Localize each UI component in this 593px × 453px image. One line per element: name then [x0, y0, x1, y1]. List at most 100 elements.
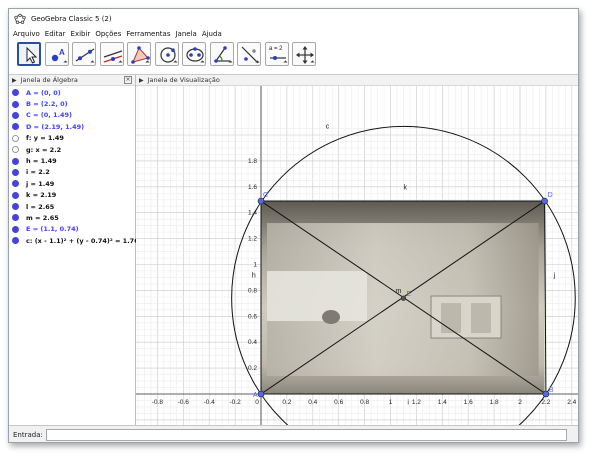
point-label-d: D	[548, 192, 553, 199]
object-label-m: m	[396, 288, 402, 295]
visibility-toggle-icon[interactable]	[12, 100, 19, 108]
point-label-e: E	[406, 291, 411, 298]
x-tick-label: 1	[389, 399, 393, 406]
menu-ferramentas[interactable]: Ferramentas	[126, 30, 170, 38]
algebra-item[interactable]: C = (0, 1.49)	[9, 110, 135, 121]
reflect-tool-button[interactable]	[237, 42, 261, 66]
algebra-item-text: i = 2.2	[26, 168, 50, 177]
menu-janela[interactable]: Janela	[175, 30, 196, 38]
visibility-toggle-icon[interactable]	[12, 225, 19, 233]
algebra-item[interactable]: B = (2.2, 0)	[9, 98, 135, 109]
algebra-item[interactable]: A = (0, 0)	[9, 87, 135, 98]
visibility-toggle-icon[interactable]	[12, 214, 19, 222]
menu-ajuda[interactable]: Ajuda	[202, 30, 222, 38]
angle-tool-button[interactable]	[210, 42, 234, 66]
svg-text:A: A	[59, 48, 65, 57]
algebra-item[interactable]: f: y = 1.49	[9, 133, 135, 144]
visibility-toggle-icon[interactable]	[12, 89, 19, 97]
input-bar-label: Entrada:	[13, 431, 43, 439]
slider-tool-label: a = 2	[269, 46, 283, 52]
arrow-pointer-icon	[26, 46, 38, 64]
object-label-h: h	[252, 272, 256, 279]
algebra-item-text: k = 2.19	[26, 191, 57, 200]
x-tick-label: -0.8	[152, 399, 164, 406]
menu-opcoes[interactable]: Opções	[95, 30, 121, 38]
graphics-view[interactable]: -0.8 -0.6 -0.4 -0.2 0 0.2 0.4 0.6 0.8 1 1.2 1.4 1.6 1…	[136, 75, 579, 425]
algebra-item-text: B = (2.2, 0)	[26, 100, 68, 109]
algebra-item[interactable]: E = (1.1, 0.74)	[9, 224, 135, 235]
algebra-item[interactable]: i = 2.2	[9, 167, 135, 178]
algebra-view: ▶ Janela de Álgebra × A = (0, 0) B = (2.2…	[9, 75, 139, 425]
collapse-triangle-icon[interactable]: ▶	[12, 77, 17, 84]
menu-editar[interactable]: Editar	[45, 30, 66, 38]
algebra-view-header: ▶ Janela de Álgebra ×	[9, 75, 135, 86]
visibility-toggle-icon[interactable]	[12, 123, 19, 131]
y-tick-label: 0.4	[248, 339, 257, 346]
point-label-c: C	[263, 192, 268, 199]
visibility-toggle-icon[interactable]	[12, 146, 19, 154]
y-tick-label: 1	[253, 262, 257, 269]
move-graphics-tool-button[interactable]	[292, 42, 316, 66]
algebra-item[interactable]: g: x = 2.2	[9, 144, 135, 155]
photo-sink-basin	[267, 271, 367, 322]
algebra-item-text: D = (2.19, 1.49)	[26, 122, 85, 131]
collapse-triangle-icon[interactable]: ▶	[139, 77, 144, 84]
visibility-toggle-icon[interactable]	[12, 157, 19, 165]
y-tick-label: 0.8	[248, 287, 257, 294]
x-tick-label: 0.8	[360, 399, 369, 406]
visibility-toggle-icon[interactable]	[12, 111, 19, 119]
point-e[interactable]	[400, 295, 407, 301]
algebra-item[interactable]: D = (2.19, 1.49)	[9, 121, 135, 132]
input-bar-field[interactable]	[45, 429, 567, 441]
graphics-canvas[interactable]: -0.8 -0.6 -0.4 -0.2 0 0.2 0.4 0.6 0.8 1 1.2 1.4 1.6 1…	[136, 75, 579, 425]
algebra-item[interactable]: k = 2.19	[9, 190, 135, 201]
menu-arquivo[interactable]: Arquivo	[13, 30, 40, 38]
window-title: GeoGebra Classic 5 (2)	[31, 14, 112, 23]
line-tool-button[interactable]	[72, 42, 96, 66]
visibility-toggle-icon[interactable]	[12, 191, 19, 199]
close-icon[interactable]: ×	[124, 76, 132, 84]
menu-exibir[interactable]: Exibir	[71, 30, 91, 38]
visibility-toggle-icon[interactable]	[12, 168, 19, 176]
polygon-tool-button[interactable]	[127, 42, 151, 66]
algebra-item[interactable]: m = 2.65	[9, 212, 135, 223]
object-label-k: k	[403, 184, 407, 191]
algebra-list: A = (0, 0) B = (2.2, 0) C = (0, 1.49) D = (…	[9, 86, 139, 246]
algebra-item[interactable]: c: (x - 1.1)² + (y - 0.74)² = 1.76	[9, 235, 139, 246]
y-tick-label: 0.6	[248, 313, 257, 320]
algebra-item-text: f: y = 1.49	[26, 134, 64, 143]
algebra-item-text: g: x = 2.2	[26, 145, 62, 154]
graphics-view-title: Janela de Visualização	[147, 76, 220, 84]
visibility-toggle-icon[interactable]	[12, 180, 19, 188]
x-tick-label: 1.2	[412, 399, 421, 406]
point-a[interactable]	[257, 390, 265, 398]
algebra-item[interactable]: j = 1.49	[9, 178, 135, 189]
ellipse-tool-button[interactable]	[182, 42, 206, 66]
point-tool-button[interactable]: A	[45, 42, 69, 66]
slider-tool-button[interactable]: a = 2	[265, 42, 289, 66]
perpendicular-tool-button[interactable]	[100, 42, 124, 66]
algebra-item-text: l = 2.65	[26, 202, 55, 211]
visibility-toggle-icon[interactable]	[12, 237, 19, 245]
algebra-item-text: A = (0, 0)	[26, 88, 61, 97]
visibility-toggle-icon[interactable]	[12, 134, 19, 142]
x-tick-label: -0.4	[204, 399, 216, 406]
move-tool-button[interactable]	[17, 42, 41, 66]
y-tick-label: 1.6	[248, 184, 257, 191]
object-label-c: c	[326, 124, 330, 131]
algebra-item[interactable]: l = 2.65	[9, 201, 135, 212]
photo-handle-left	[441, 303, 461, 334]
circle-tool-button[interactable]	[155, 42, 179, 66]
x-tick-label: 0	[255, 399, 259, 406]
input-bar: Entrada:	[9, 425, 578, 442]
x-tick-label: 2.2	[541, 399, 550, 406]
photo-handle-right	[471, 303, 491, 334]
visibility-toggle-icon[interactable]	[12, 203, 19, 211]
algebra-item-text: h = 1.49	[26, 157, 57, 166]
y-tick-label: 1.2	[248, 236, 257, 243]
algebra-item[interactable]: h = 1.49	[9, 155, 135, 166]
x-tick-label: 0.6	[334, 399, 343, 406]
menu-bar: Arquivo Editar Exibir Opções Ferramentas…	[9, 28, 578, 39]
y-tick-label: 0.2	[248, 365, 257, 372]
toolbar: A a = 2	[9, 40, 578, 75]
